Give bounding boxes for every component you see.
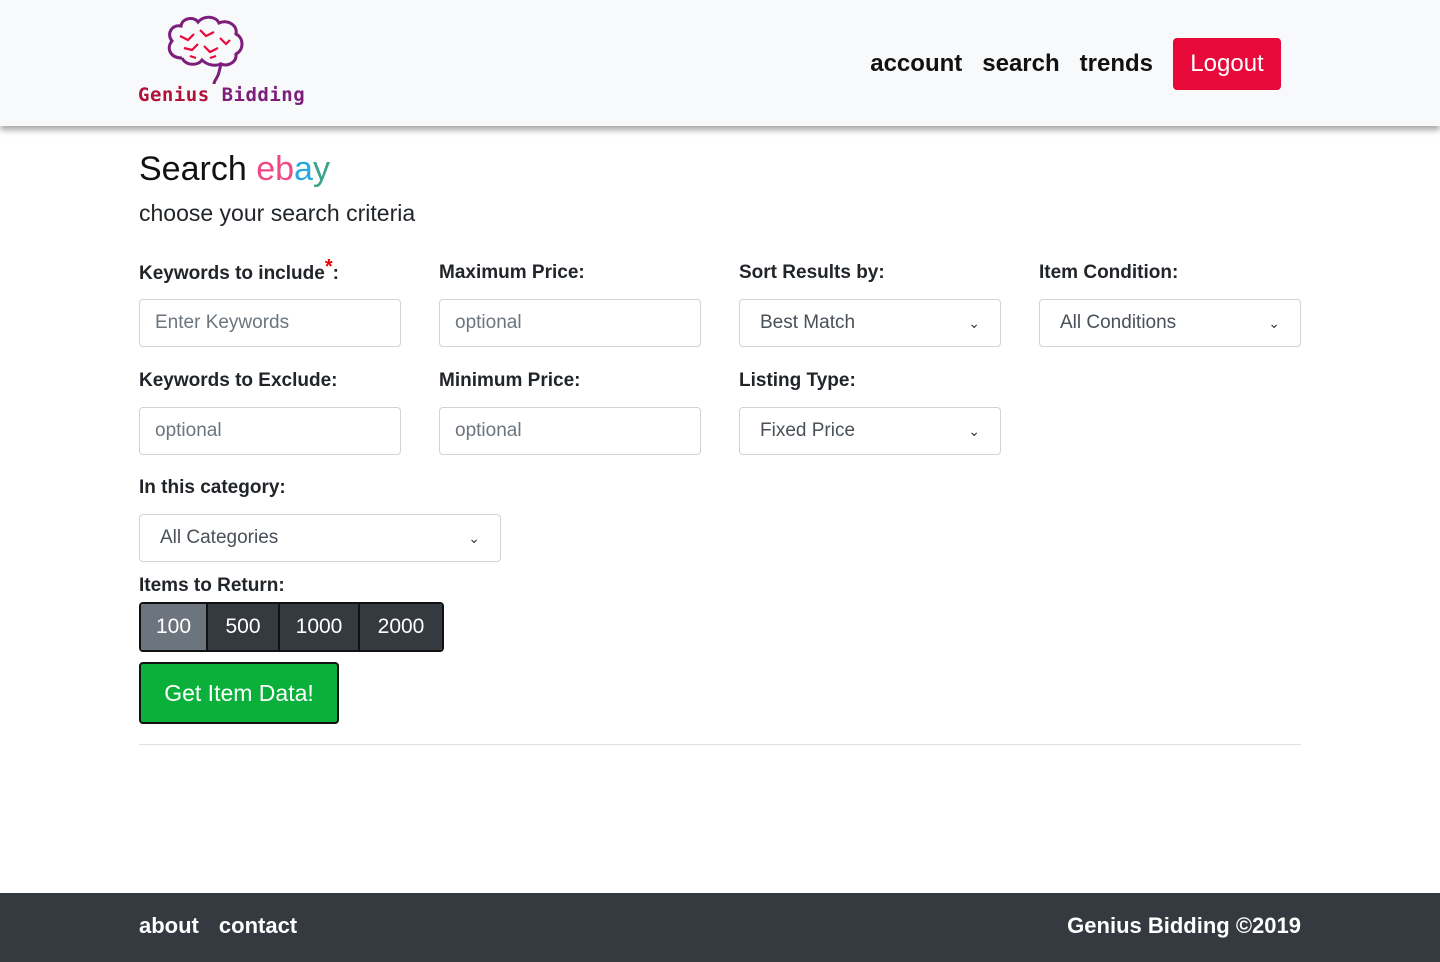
brand-name: Genius Bidding xyxy=(138,84,306,106)
brand-logo[interactable]: Genius Bidding xyxy=(138,14,305,114)
keywords-exclude-input[interactable] xyxy=(139,407,401,455)
nav-trends[interactable]: trends xyxy=(1080,38,1153,90)
items-to-return-group: 100 500 1000 2000 xyxy=(139,602,444,652)
footer-contact-link[interactable]: contact xyxy=(219,913,297,939)
max-price-input[interactable] xyxy=(439,299,701,347)
category-value: All Categories xyxy=(160,527,279,548)
items-option-1000[interactable]: 1000 xyxy=(280,604,360,650)
required-mark: * xyxy=(324,256,333,278)
items-option-2000[interactable]: 2000 xyxy=(360,604,442,650)
items-to-return-label: Items to Return: xyxy=(139,575,285,596)
chevron-down-icon: ⌄ xyxy=(1268,314,1280,331)
chevron-down-icon: ⌄ xyxy=(968,314,980,331)
sort-by-label: Sort Results by: xyxy=(739,262,885,283)
divider xyxy=(139,744,1301,745)
sort-by-select[interactable]: Best Match ⌄ xyxy=(739,299,1001,347)
page-subtitle: choose your search criteria xyxy=(139,200,416,226)
listing-type-select[interactable]: Fixed Price ⌄ xyxy=(739,407,1001,455)
search-form: Search ebay choose your search criteria … xyxy=(139,148,1301,745)
navbar: Genius Bidding account search trends Log… xyxy=(0,0,1440,126)
keywords-include-label: Keywords to include*: xyxy=(139,256,339,284)
listing-type-value: Fixed Price xyxy=(760,420,856,441)
listing-type-label: Listing Type: xyxy=(739,370,856,391)
category-label: In this category: xyxy=(139,477,286,498)
min-price-input[interactable] xyxy=(439,407,701,455)
chevron-down-icon: ⌄ xyxy=(468,529,480,546)
footer: about contact Genius Bidding ©2019 xyxy=(0,893,1440,962)
footer-about-link[interactable]: about xyxy=(139,913,199,939)
sort-by-value: Best Match xyxy=(760,312,856,333)
footer-copyright: Genius Bidding ©2019 xyxy=(1067,913,1301,938)
condition-value: All Conditions xyxy=(1060,312,1177,333)
nav-links: account search trends Logout xyxy=(870,38,1281,90)
page-title: Search ebay xyxy=(139,150,330,188)
nav-account[interactable]: account xyxy=(870,38,962,90)
brain-icon xyxy=(167,15,244,84)
get-item-data-button[interactable]: Get Item Data! xyxy=(139,662,339,724)
footer-links: about contact xyxy=(139,913,317,939)
chevron-down-icon: ⌄ xyxy=(968,422,980,439)
keywords-include-input[interactable] xyxy=(139,299,401,347)
keywords-exclude-label: Keywords to Exclude: xyxy=(139,370,338,391)
max-price-label: Maximum Price: xyxy=(439,262,585,283)
items-option-500[interactable]: 500 xyxy=(208,604,280,650)
condition-select[interactable]: All Conditions ⌄ xyxy=(1039,299,1301,347)
items-option-100[interactable]: 100 xyxy=(141,604,208,650)
min-price-label: Minimum Price: xyxy=(439,370,581,391)
nav-search[interactable]: search xyxy=(982,38,1059,90)
category-select[interactable]: All Categories ⌄ xyxy=(139,514,501,562)
logout-button[interactable]: Logout xyxy=(1173,38,1281,90)
ebay-logo-text: ebay xyxy=(256,150,330,188)
condition-label: Item Condition: xyxy=(1039,262,1179,283)
